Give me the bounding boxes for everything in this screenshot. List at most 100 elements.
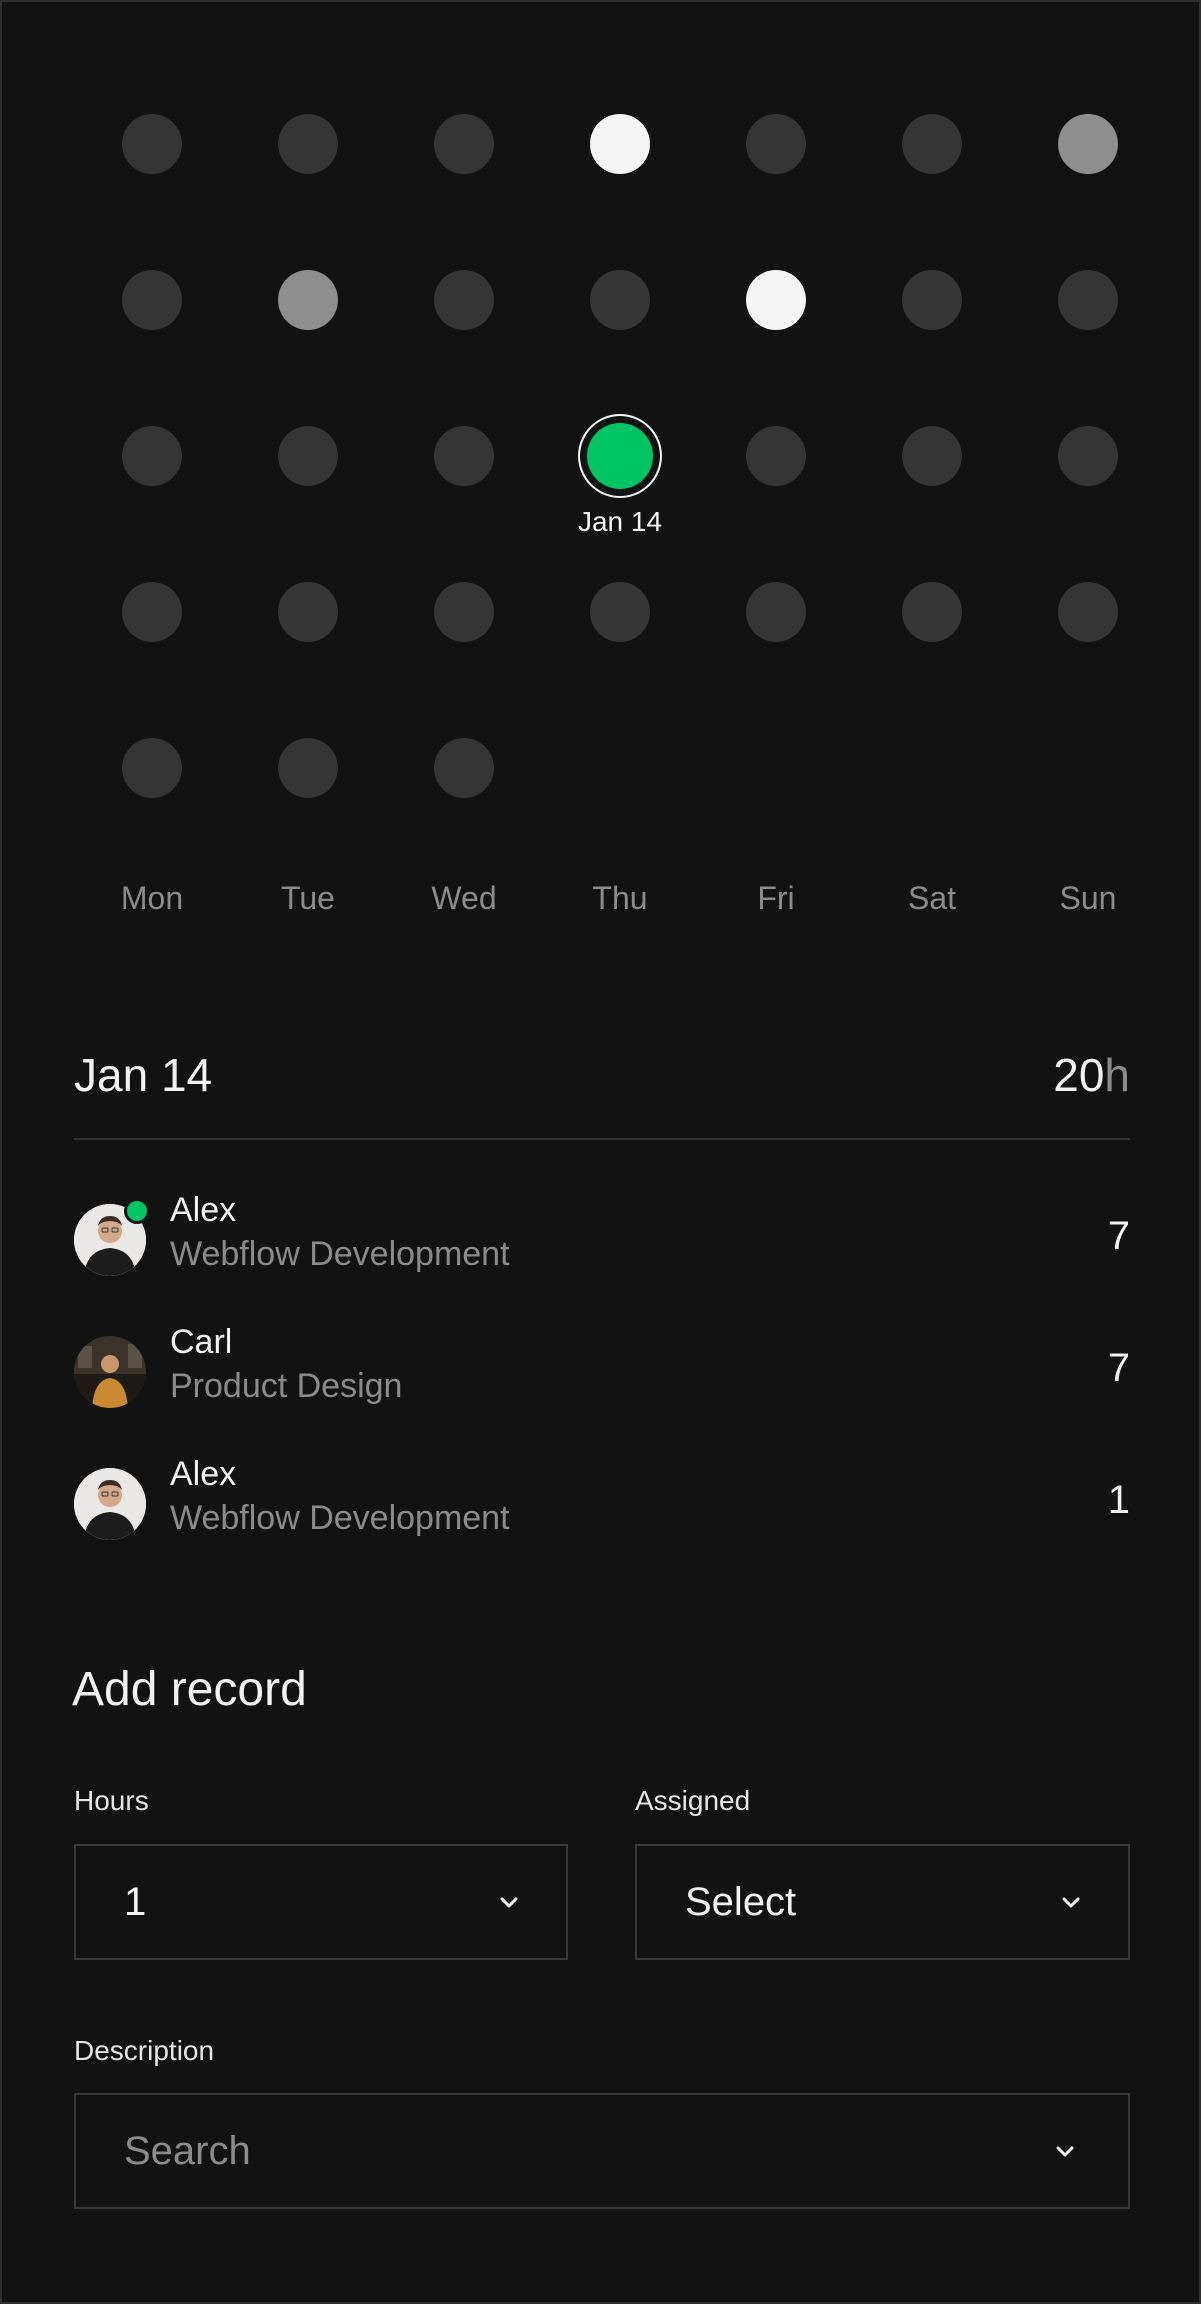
calendar-cell[interactable]	[698, 242, 854, 398]
calendar-day-dot[interactable]	[434, 114, 494, 174]
day-total-unit: h	[1104, 1049, 1130, 1101]
calendar-cell[interactable]	[230, 710, 386, 866]
calendar-grid: Jan 14	[74, 86, 1122, 866]
description-search[interactable]: Search	[74, 2093, 1130, 2209]
calendar-cell[interactable]	[854, 554, 1010, 710]
calendar-cell[interactable]	[854, 242, 1010, 398]
record-text: Alex Webflow Development	[170, 1452, 510, 1540]
calendar-cell[interactable]	[386, 398, 542, 554]
calendar-day-dot[interactable]	[590, 582, 650, 642]
assigned-value: Select	[685, 1879, 797, 1924]
weekday-label: Mon	[120, 880, 184, 916]
calendar-day-dot[interactable]	[902, 426, 962, 486]
selected-day-label: Jan 14	[577, 506, 663, 537]
weekday-label: Wed	[431, 880, 497, 916]
calendar-cell[interactable]	[74, 398, 230, 554]
calendar-cell	[854, 710, 1010, 866]
chevron-down-icon	[1058, 1889, 1084, 1915]
record-name: Carl	[170, 1323, 233, 1361]
calendar-day-dot[interactable]	[434, 270, 494, 330]
calendar-day-dot[interactable]	[746, 114, 806, 174]
calendar-day-dot[interactable]	[746, 426, 806, 486]
description-placeholder: Search	[124, 2128, 251, 2173]
calendar-cell[interactable]	[854, 398, 1010, 554]
record-role: Webflow Development	[170, 1499, 510, 1537]
hours-label: Hours	[74, 1785, 149, 1816]
record-row[interactable]: Alex Webflow Development 1	[74, 1452, 1130, 1584]
calendar-cell[interactable]	[74, 242, 230, 398]
calendar-day-dot[interactable]	[1058, 114, 1118, 174]
calendar-day-dot[interactable]	[902, 270, 962, 330]
calendar-day-dot[interactable]	[902, 582, 962, 642]
calendar-cell[interactable]	[1010, 86, 1166, 242]
calendar-day-dot[interactable]	[278, 582, 338, 642]
calendar-cell[interactable]	[386, 554, 542, 710]
record-row[interactable]: Alex Webflow Development 7	[74, 1188, 1130, 1320]
calendar-cell[interactable]	[230, 398, 386, 554]
time-tracker-panel: Jan 14 Mon Tue Wed Thu Fri Sat Sun Jan 14 20h …	[0, 0, 1201, 2304]
calendar-cell[interactable]	[230, 554, 386, 710]
calendar-cell[interactable]	[230, 86, 386, 242]
calendar-day-dot[interactable]	[1058, 426, 1118, 486]
calendar-cell[interactable]	[74, 554, 230, 710]
calendar-day-dot-selected[interactable]	[578, 414, 662, 498]
calendar-cell[interactable]	[74, 86, 230, 242]
calendar-cell[interactable]	[698, 554, 854, 710]
calendar-cell[interactable]	[74, 710, 230, 866]
record-name: Alex	[170, 1455, 237, 1493]
calendar-day-dot[interactable]	[122, 582, 182, 642]
calendar-cell[interactable]	[386, 710, 542, 866]
calendar-cell[interactable]	[386, 242, 542, 398]
weekday-label: Sat	[907, 880, 957, 916]
calendar-cell[interactable]: Jan 14	[542, 398, 698, 554]
calendar-day-dot[interactable]	[434, 738, 494, 798]
calendar-cell[interactable]	[1010, 242, 1166, 398]
record-role: Webflow Development	[170, 1235, 510, 1273]
calendar-cell	[1010, 710, 1166, 866]
assigned-select[interactable]: Select	[635, 1844, 1130, 1960]
calendar-day-dot[interactable]	[278, 426, 338, 486]
calendar-cell[interactable]	[230, 242, 386, 398]
calendar-day-dot[interactable]	[278, 270, 338, 330]
calendar-cell[interactable]	[542, 242, 698, 398]
online-status-dot	[124, 1198, 150, 1224]
calendar-day-dot[interactable]	[902, 114, 962, 174]
weekday-label: Thu	[592, 880, 648, 916]
calendar-cell[interactable]	[698, 398, 854, 554]
calendar-day-dot[interactable]	[746, 270, 806, 330]
calendar-day-dot[interactable]	[746, 582, 806, 642]
calendar-heatmap: Jan 14 Mon Tue Wed Thu Fri Sat Sun	[74, 86, 1122, 917]
calendar-day-dot[interactable]	[434, 426, 494, 486]
calendar-day-dot[interactable]	[122, 738, 182, 798]
calendar-cell[interactable]	[1010, 398, 1166, 554]
record-text: Alex Webflow Development	[170, 1188, 510, 1276]
calendar-cell[interactable]	[542, 554, 698, 710]
calendar-cell[interactable]	[854, 86, 1010, 242]
calendar-day-dot[interactable]	[122, 270, 182, 330]
calendar-day-dot[interactable]	[278, 114, 338, 174]
calendar-day-dot[interactable]	[278, 738, 338, 798]
hours-select[interactable]: 1	[74, 1844, 568, 1960]
chevron-down-icon	[496, 1889, 522, 1915]
record-row[interactable]: Carl Product Design 7	[74, 1320, 1130, 1452]
calendar-day-dot[interactable]	[122, 426, 182, 486]
calendar-cell[interactable]	[698, 86, 854, 242]
calendar-cell[interactable]	[386, 86, 542, 242]
record-text: Carl Product Design	[170, 1320, 402, 1408]
calendar-day-dot[interactable]	[1058, 270, 1118, 330]
calendar-cell[interactable]	[542, 86, 698, 242]
calendar-cell[interactable]	[1010, 554, 1166, 710]
calendar-day-dot[interactable]	[590, 270, 650, 330]
day-total-hours: 20h	[1053, 1048, 1130, 1102]
calendar-cell	[542, 710, 698, 866]
calendar-cell	[698, 710, 854, 866]
calendar-day-dot[interactable]	[122, 114, 182, 174]
add-record-title: Add record	[72, 1663, 307, 1716]
calendar-day-dot[interactable]	[434, 582, 494, 642]
record-list: Alex Webflow Development 7 Carl Product Desi…	[74, 1188, 1130, 1584]
selected-day-title: Jan 14	[74, 1049, 213, 1101]
assigned-label: Assigned	[635, 1785, 751, 1816]
calendar-day-dot[interactable]	[590, 114, 650, 174]
day-total-value: 20	[1053, 1049, 1105, 1101]
calendar-day-dot[interactable]	[1058, 582, 1118, 642]
